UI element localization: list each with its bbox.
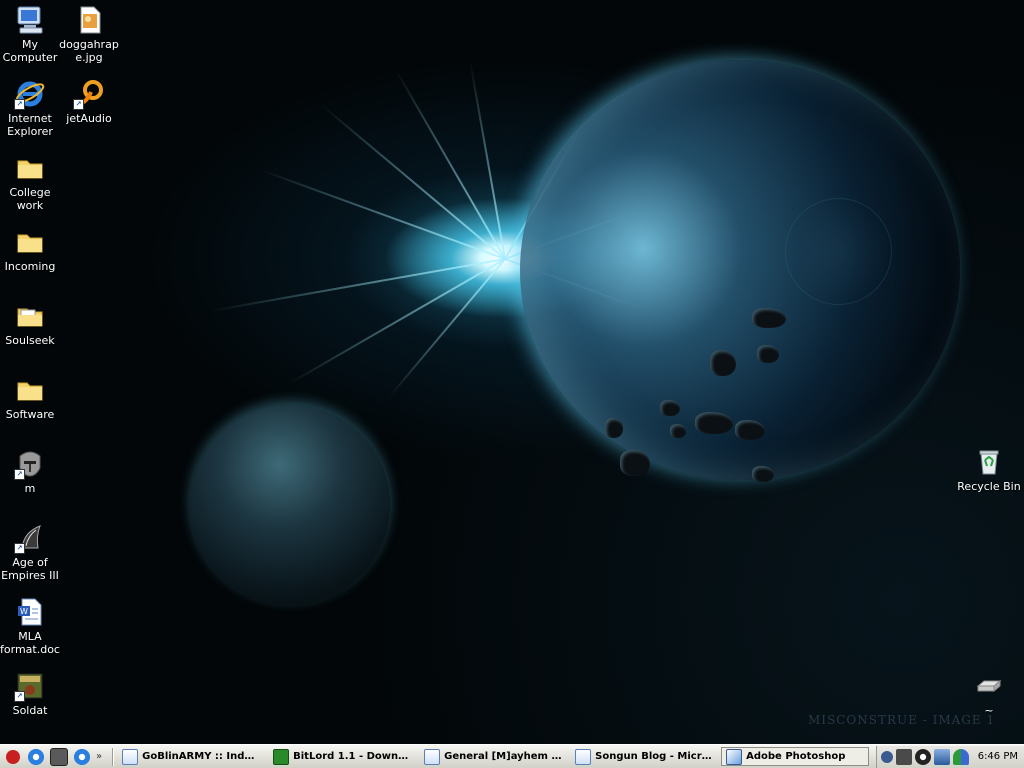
desktop-icon-recycle-bin[interactable]: Recycle Bin [952,446,1024,493]
taskbar-button-label: General [M]ayhem -... [444,751,563,762]
taskbar-button-label: Adobe Photoshop [746,751,846,762]
drive-icon [973,670,1005,702]
icon-label: Soldat [12,704,48,717]
taskbar-button-label: Songun Blog - Micro... [595,751,714,762]
icon-label: Age of Empires III [1,556,59,582]
stop-icon [6,749,20,764]
folder-icon [14,226,46,258]
shortcut-arrow-icon: ↗ [14,691,25,702]
taskbar-button-bitlord[interactable]: BitLord 1.1 - Downl... [268,747,416,766]
steam-icon[interactable] [914,748,931,765]
taskbar-button-label: GoBlinARMY :: Inde... [142,751,261,762]
jpg-image-icon [73,4,105,36]
svg-text:W: W [20,607,28,616]
taskbar-separator [112,747,114,766]
icon-label: m [24,482,36,495]
shortcut-arrow-icon: ↗ [73,99,84,110]
quick-launch-chevron[interactable]: » [96,751,102,762]
taskbar-button-goblinarmy[interactable]: GoBlinARMY :: Inde... [117,747,265,766]
icon-label: Soulseek [5,334,55,347]
small-moon [190,405,390,605]
ie-page-icon [575,748,592,765]
desktop-icon-doggahrape-jpg[interactable]: doggahrap e.jpg [52,4,126,64]
desktop-icon-soulseek[interactable]: Soulseek [0,300,67,347]
desktop[interactable]: MISCONSTRUE - IMAGE 1 My Computer ↗ Inte… [0,0,1024,744]
folder-icon [14,300,46,332]
taskbar: » GoBlinARMY :: Inde... BitLord 1.1 - Do… [0,744,1024,768]
users-icon[interactable] [952,748,969,765]
bitlord-icon [273,748,290,765]
taskbar-button-songun-blog[interactable]: Songun Blog - Micro... [570,747,718,766]
desktop-icon-incoming[interactable]: Incoming [0,226,67,273]
desktop-icon-mla-format-doc[interactable]: W MLA format.doc [0,596,67,656]
quick-launch-helmet[interactable] [49,747,69,767]
jetaudio-icon: ↗ [73,78,105,110]
icon-label: MLA format.doc [0,630,60,656]
network-icon[interactable] [933,748,950,765]
icon-label: ~ [984,704,994,717]
expand-arrow-icon[interactable] [880,750,893,763]
helmet-icon[interactable] [895,748,912,765]
folder-icon [14,374,46,406]
taskbar-clock[interactable]: 6:46 PM [978,751,1018,762]
icon-label: Recycle Bin [957,480,1021,493]
desktop-icon-drive[interactable]: ~ [952,670,1024,717]
internet-explorer-icon: ↗ [14,78,46,110]
folder-icon [14,152,46,184]
photoshop-icon [726,748,743,765]
age-of-empires-icon: ↗ [14,522,46,554]
word-document-icon: W [14,596,46,628]
shortcut-arrow-icon: ↗ [14,543,25,554]
helmet-shortcut-icon: ↗ [14,448,46,480]
quick-launch-stop[interactable] [3,747,23,767]
shortcut-arrow-icon: ↗ [14,99,25,110]
ie-page-icon [424,748,441,765]
icon-label: Software [5,408,55,421]
ie-page-icon [122,748,139,765]
icon-label: jetAudio [66,112,112,125]
shortcut-arrow-icon: ↗ [14,469,25,480]
system-tray: 6:46 PM [875,745,1024,768]
desktop-icon-m[interactable]: ↗ m [0,448,67,495]
desktop-icon-age-of-empires-iii[interactable]: ↗ Age of Empires III [0,522,67,582]
recycle-bin-icon [973,446,1005,478]
quick-launch-ie-2[interactable] [72,747,92,767]
lens-flare [785,198,892,305]
my-computer-icon [14,4,46,36]
icon-label: Incoming [4,260,56,273]
internet-explorer-icon [28,748,44,765]
taskbar-button-label: BitLord 1.1 - Downl... [293,751,412,762]
large-planet [520,60,960,480]
soldat-icon: ↗ [14,670,46,702]
desktop-icon-jetaudio[interactable]: ↗ jetAudio [52,78,126,125]
taskbar-button-general-mayhem[interactable]: General [M]ayhem -... [419,747,567,766]
internet-explorer-icon [74,748,90,765]
desktop-icon-soldat[interactable]: ↗ Soldat [0,670,67,717]
icon-label: doggahrap e.jpg [59,38,119,64]
desktop-icon-college-work[interactable]: College work [0,152,67,212]
desktop-icon-software[interactable]: Software [0,374,67,421]
icon-label: College work [9,186,51,212]
taskbar-button-adobe-photoshop[interactable]: Adobe Photoshop [721,747,870,766]
quick-launch-ie[interactable] [26,747,46,767]
helmet-icon [50,747,68,766]
